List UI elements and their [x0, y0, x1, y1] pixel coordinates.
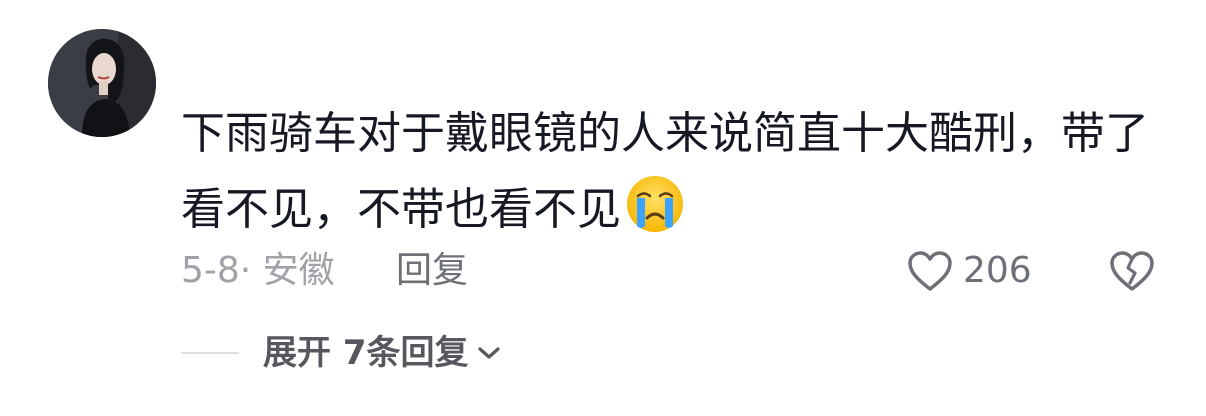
like-count: 206 — [963, 250, 1032, 291]
heart-outline-icon — [908, 251, 952, 291]
comment-line-1: 下雨骑车对于戴眼镜的人来说简直十大酷刑，带了 — [181, 108, 1149, 159]
comment-meta: 5-8· 安徽 回复 206 — [181, 248, 1161, 294]
divider — [181, 352, 239, 354]
avatar[interactable] — [48, 29, 156, 137]
expand-replies-label: 展开 7条回复 — [263, 333, 469, 373]
like-button[interactable]: 206 — [907, 248, 1032, 294]
expand-replies-button[interactable]: 展开 7条回复 — [181, 330, 503, 376]
reply-button[interactable]: 回复 — [396, 248, 468, 294]
broken-heart-icon[interactable] — [1109, 250, 1155, 292]
crying-face-icon — [625, 174, 685, 234]
avatar-image — [48, 29, 156, 137]
comment-text: 下雨骑车对于戴眼镜的人来说简直十大酷刑，带了 看不见，不带也看不见 — [181, 96, 1161, 248]
chevron-down-icon — [477, 347, 500, 359]
comment-date-location: 5-8· 安徽 — [181, 250, 335, 291]
comment-line-2: 看不见，不带也看不见 — [181, 184, 621, 235]
